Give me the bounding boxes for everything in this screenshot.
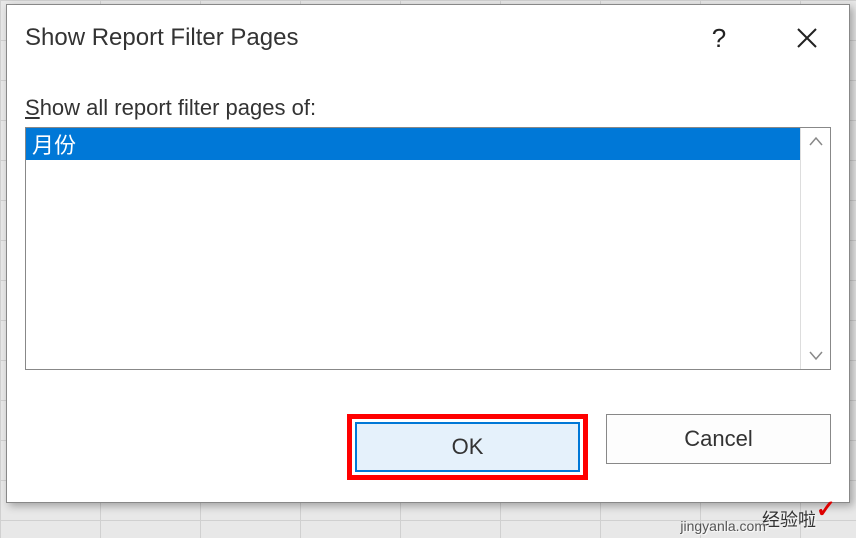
filter-listbox-container: 月份 bbox=[25, 127, 831, 370]
close-icon bbox=[795, 26, 819, 50]
dialog-titlebar: Show Report Filter Pages ? bbox=[7, 5, 849, 67]
cancel-button[interactable]: Cancel bbox=[606, 414, 831, 464]
listbox-scrollbar[interactable] bbox=[800, 128, 830, 369]
ok-button[interactable]: OK bbox=[355, 422, 580, 472]
filter-listbox[interactable]: 月份 bbox=[26, 128, 800, 369]
ok-button-highlight: OK bbox=[347, 414, 588, 480]
dialog-button-row: OK Cancel bbox=[7, 388, 849, 502]
watermark-url: jingyanla.com bbox=[680, 518, 766, 534]
scroll-down-icon[interactable] bbox=[801, 351, 830, 361]
watermark-text: 经验啦 bbox=[762, 506, 816, 532]
dialog-title: Show Report Filter Pages bbox=[25, 24, 695, 52]
close-button[interactable] bbox=[783, 14, 831, 62]
label-text: how all report filter pages of: bbox=[40, 95, 316, 120]
scroll-up-icon[interactable] bbox=[801, 136, 830, 146]
show-report-filter-pages-dialog: Show Report Filter Pages ? Show all repo… bbox=[6, 4, 850, 503]
checkmark-icon: ✓ bbox=[816, 495, 836, 524]
filter-pages-label: Show all report filter pages of: bbox=[25, 95, 831, 121]
list-item[interactable]: 月份 bbox=[26, 128, 800, 160]
label-accelerator: S bbox=[25, 95, 40, 120]
dialog-content: Show all report filter pages of: 月份 bbox=[7, 67, 849, 388]
help-button[interactable]: ? bbox=[695, 14, 743, 62]
watermark-brand: 经验啦 bbox=[762, 510, 816, 530]
